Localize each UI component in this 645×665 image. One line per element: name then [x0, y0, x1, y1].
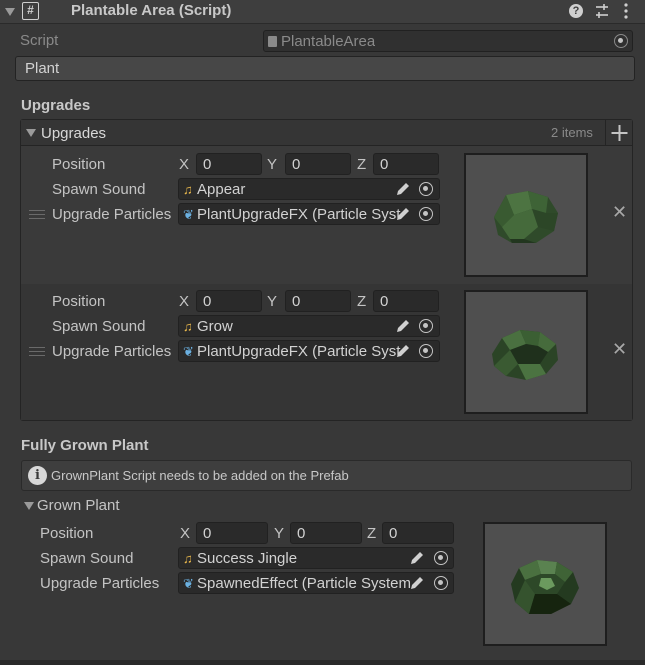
- plant-button-label: Plant: [25, 60, 60, 77]
- pencil-icon[interactable]: [394, 342, 412, 360]
- plant-button[interactable]: [15, 56, 635, 81]
- object-picker-icon[interactable]: [614, 34, 628, 48]
- z-label: Z: [357, 293, 367, 310]
- z-label: Z: [367, 525, 377, 542]
- pencil-icon[interactable]: [394, 205, 412, 223]
- prefab-preview-image: [464, 153, 588, 277]
- spawn-sound-field[interactable]: ♫ Grow: [178, 315, 440, 337]
- pencil-icon[interactable]: [394, 180, 412, 198]
- info-icon: i: [28, 466, 47, 485]
- plant-model-icon: [511, 560, 579, 614]
- particle-system-icon: ❦: [183, 344, 194, 359]
- object-picker-icon[interactable]: [434, 551, 448, 565]
- upgrade-item: Position X 0 Y 0 Z 0 Spawn Sound ♫ Appea…: [21, 147, 632, 283]
- x-label: X: [179, 156, 190, 173]
- particle-system-icon: ❦: [183, 207, 194, 222]
- position-label: Position: [52, 293, 106, 310]
- upgrade-particles-field[interactable]: ❦ SpawnedEffect (Particle System: [178, 572, 454, 594]
- upgrades-list-header: [21, 120, 632, 146]
- position-z-field[interactable]: 0: [382, 522, 454, 544]
- position-y-field[interactable]: 0: [285, 153, 351, 175]
- audio-clip-icon: ♫: [183, 319, 193, 334]
- position-x-field[interactable]: 0: [196, 522, 268, 544]
- upgrade-particles-label: Upgrade Particles: [52, 206, 172, 223]
- pencil-icon[interactable]: [408, 574, 426, 592]
- position-x-field[interactable]: 0: [196, 290, 262, 312]
- script-icon: #: [22, 2, 39, 20]
- audio-clip-icon: ♫: [183, 551, 193, 566]
- position-z-field[interactable]: 0: [373, 290, 439, 312]
- grown-plant-foldout-arrow-icon[interactable]: [24, 502, 34, 510]
- position-label: Position: [52, 156, 106, 173]
- x-label: X: [180, 525, 191, 542]
- script-file-icon: [268, 36, 277, 47]
- position-y-field[interactable]: 0: [285, 290, 351, 312]
- upgrades-header: Upgrades: [21, 97, 91, 114]
- upgrades-list-label[interactable]: Upgrades: [41, 125, 106, 143]
- object-picker-icon[interactable]: [419, 344, 433, 358]
- pencil-icon[interactable]: [408, 549, 426, 567]
- remove-item-icon[interactable]: ✕: [612, 340, 627, 358]
- info-message: GrownPlant Script needs to be added on t…: [51, 468, 349, 483]
- kebab-icon[interactable]: [622, 2, 630, 20]
- upgrades-count: 2 items: [551, 125, 593, 140]
- x-label: X: [179, 293, 190, 310]
- upgrade-particles-field[interactable]: ❦ PlantUpgradeFX (Particle Syst: [178, 203, 440, 225]
- z-label: Z: [357, 156, 367, 173]
- drag-handle-icon[interactable]: [29, 210, 45, 219]
- question-icon[interactable]: ?: [569, 4, 583, 18]
- spawn-sound-label: Spawn Sound: [52, 318, 146, 335]
- spawn-sound-field[interactable]: ♫ Success Jingle: [178, 547, 454, 569]
- add-item-icon[interactable]: [605, 120, 632, 146]
- sliders-icon[interactable]: [594, 3, 610, 19]
- script-value: PlantableArea: [281, 33, 376, 50]
- upgrade-particles-field[interactable]: ❦ PlantUpgradeFX (Particle Syst: [178, 340, 440, 362]
- fully-grown-header: Fully Grown Plant: [21, 437, 149, 454]
- audio-clip-icon: ♫: [183, 182, 193, 197]
- spawn-sound-label: Spawn Sound: [40, 550, 134, 567]
- y-label: Y: [267, 293, 278, 310]
- y-label: Y: [267, 156, 278, 173]
- spawn-sound-field[interactable]: ♫ Appear: [178, 178, 440, 200]
- grown-plant-foldout-label[interactable]: Grown Plant: [37, 497, 120, 515]
- object-picker-icon[interactable]: [419, 319, 433, 333]
- upgrade-item: Position X 0 Y 0 Z 0 Spawn Sound ♫ Grow …: [21, 284, 632, 420]
- upgrades-foldout-arrow-icon[interactable]: [26, 129, 36, 137]
- remove-item-icon[interactable]: ✕: [612, 203, 627, 221]
- y-label: Y: [274, 525, 285, 542]
- particle-system-icon: ❦: [183, 576, 194, 591]
- upgrade-particles-label: Upgrade Particles: [52, 343, 172, 360]
- spawn-sound-label: Spawn Sound: [52, 181, 146, 198]
- position-y-field[interactable]: 0: [290, 522, 362, 544]
- object-picker-icon[interactable]: [419, 207, 433, 221]
- pencil-icon[interactable]: [394, 317, 412, 335]
- foldout-arrow-icon[interactable]: [5, 8, 15, 16]
- plant-model-icon: [494, 191, 558, 243]
- drag-handle-icon[interactable]: [29, 347, 45, 356]
- component-title: Plantable Area (Script): [71, 2, 232, 19]
- position-z-field[interactable]: 0: [373, 153, 439, 175]
- prefab-preview-image: [464, 290, 588, 414]
- object-picker-icon[interactable]: [434, 576, 448, 590]
- position-x-field[interactable]: 0: [196, 153, 262, 175]
- script-label: Script: [20, 32, 59, 49]
- script-field[interactable]: PlantableArea: [263, 30, 633, 52]
- upgrade-particles-label: Upgrade Particles: [40, 575, 160, 592]
- object-picker-icon[interactable]: [419, 182, 433, 196]
- plant-model-icon: [492, 330, 558, 380]
- grown-plant-preview-image: [483, 522, 607, 646]
- inspector-bottom-border: [0, 660, 645, 665]
- position-label: Position: [40, 525, 94, 542]
